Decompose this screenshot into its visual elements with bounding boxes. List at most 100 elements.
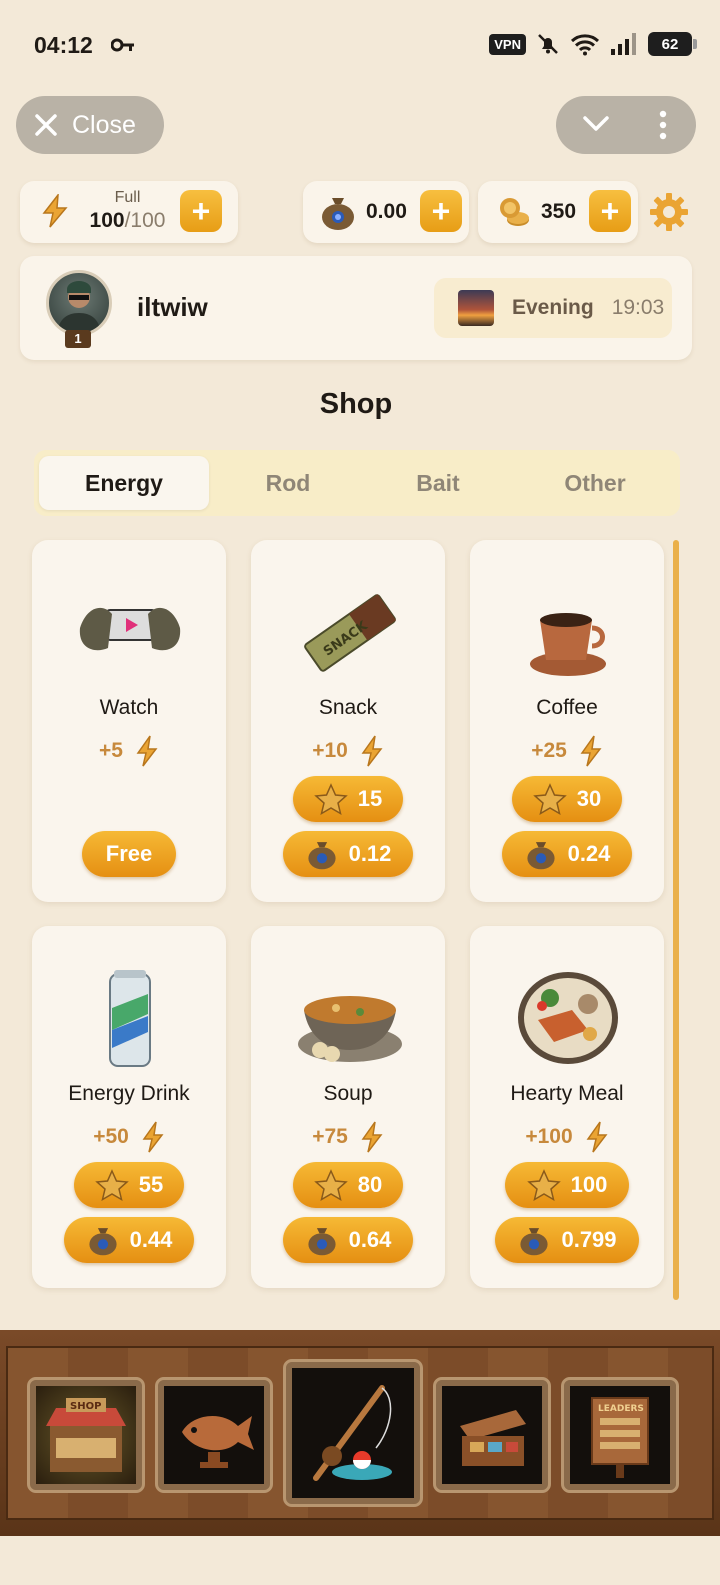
add-ton-button[interactable]: +	[420, 190, 462, 232]
stars-price: 80	[357, 1172, 383, 1197]
lightning-icon	[142, 1121, 164, 1153]
energy-drink-stars-button[interactable]: 55	[74, 1162, 184, 1208]
item-gain-watch: +5	[32, 735, 226, 767]
ton-price: 0.64	[348, 1227, 392, 1252]
page-title: Shop	[319, 388, 393, 420]
close-button[interactable]: Close	[16, 96, 164, 154]
item-name-coffee: Coffee	[536, 696, 598, 719]
item-name-energy-drink: Energy Drink	[68, 1082, 190, 1105]
gesture-area	[0, 1536, 720, 1585]
money-bag-icon	[322, 198, 354, 230]
fishing-rod-icon	[313, 1385, 392, 1481]
hearty-meal-stars-button[interactable]: 100	[505, 1162, 629, 1208]
ton-balance: 0.00	[366, 200, 407, 223]
time-of-day-panel: Evening 19:03	[434, 278, 672, 338]
item-gain-hearty-meal: +100	[470, 1121, 664, 1153]
energy-drink-ton-button[interactable]: 0.44	[64, 1217, 194, 1263]
item-name-snack: Snack	[318, 696, 378, 719]
shop-sign: SHOP	[70, 1401, 101, 1412]
ton-price: 0.44	[129, 1227, 173, 1252]
nav-aquarium[interactable]	[155, 1377, 273, 1493]
nav-fishing[interactable]	[283, 1359, 423, 1507]
phone-hands-icon	[79, 607, 181, 651]
lightning-icon	[361, 735, 383, 767]
close-label: Close	[72, 110, 136, 139]
scrollbar[interactable]	[673, 540, 679, 1300]
star-icon	[526, 1169, 561, 1201]
nav-inventory[interactable]	[433, 1377, 551, 1493]
coffee-ton-button[interactable]: 0.24	[502, 831, 632, 877]
hearty-meal-ton-button[interactable]: 0.799	[495, 1217, 639, 1263]
vpn-badge: VPN	[489, 33, 526, 55]
item-name-hearty-meal: Hearty Meal	[510, 1082, 624, 1105]
energy-current: 100	[89, 209, 125, 232]
watch-free-button[interactable]: Free	[82, 831, 176, 877]
chevron-down-icon[interactable]	[582, 112, 610, 136]
star-icon	[94, 1169, 129, 1201]
gain-value: +10	[312, 739, 348, 762]
soup-stars-button[interactable]: 80	[293, 1162, 403, 1208]
leaderboard-icon: LEADERS	[591, 1397, 649, 1478]
stars-price: 55	[138, 1172, 164, 1197]
tackle-box-icon	[460, 1410, 526, 1466]
avatar[interactable]	[46, 270, 112, 336]
more-icon[interactable]	[656, 110, 670, 140]
coffee-stars-button[interactable]: 30	[512, 776, 622, 822]
nav-leaders[interactable]: LEADERS	[561, 1377, 679, 1493]
tab-rod[interactable]: Rod	[212, 456, 364, 510]
settings-gear-icon[interactable]	[648, 191, 690, 233]
free-label: Free	[105, 841, 153, 866]
add-coins-button[interactable]: +	[589, 190, 631, 232]
energy-drink-can-icon	[109, 970, 151, 1067]
status-icons: VPN 62	[489, 32, 697, 56]
money-bag-icon	[307, 1228, 336, 1256]
ton-price: 0.799	[561, 1227, 617, 1252]
gain-value: +75	[312, 1125, 348, 1148]
tab-bait[interactable]: Bait	[364, 456, 512, 510]
ton-price: 0.12	[348, 841, 392, 866]
level-badge: 1	[65, 330, 91, 348]
meal-plate-icon	[518, 972, 618, 1064]
lightning-icon	[361, 1121, 383, 1153]
add-energy-button[interactable]: +	[180, 190, 222, 232]
lightning-icon	[586, 1121, 608, 1153]
item-name-soup: Soup	[323, 1082, 373, 1105]
nav-shop[interactable]: SHOP	[27, 1377, 145, 1493]
coins-icon	[500, 198, 529, 226]
snack-ton-button[interactable]: 0.12	[283, 831, 413, 877]
snack-stars-button[interactable]: 15	[293, 776, 403, 822]
avatar-image	[57, 281, 101, 333]
item-name-watch: Watch	[99, 696, 159, 719]
sunset-icon	[458, 290, 494, 326]
money-bag-icon	[520, 1228, 549, 1256]
key-icon	[111, 38, 134, 52]
gain-value: +5	[99, 739, 123, 762]
time-of-day: Evening	[512, 296, 594, 319]
soup-bowl-icon	[298, 996, 402, 1062]
lightning-icon	[42, 194, 68, 228]
money-bag-icon	[526, 842, 555, 870]
stars-price: 30	[576, 786, 602, 811]
shop-stall-icon: SHOP	[46, 1398, 126, 1472]
item-gain-coffee: +25	[470, 735, 664, 767]
coins-balance: 350	[541, 200, 577, 223]
wifi-icon	[570, 34, 600, 56]
fish-trophy-icon	[182, 1415, 254, 1468]
username: iltwiw	[137, 292, 208, 322]
item-gain-snack: +10	[251, 735, 445, 767]
energy-caption: Full	[114, 189, 141, 206]
star-icon	[532, 783, 567, 815]
close-icon	[35, 114, 57, 136]
star-icon	[313, 1169, 348, 1201]
money-bag-icon	[88, 1228, 117, 1256]
coffee-cup-icon	[530, 613, 606, 676]
lightning-icon	[136, 735, 158, 767]
gain-value: +100	[525, 1125, 573, 1148]
money-bag-icon	[307, 842, 336, 870]
battery-icon: 62	[648, 32, 697, 56]
tab-energy[interactable]: Energy	[39, 456, 209, 510]
star-icon	[313, 783, 348, 815]
tab-other[interactable]: Other	[514, 456, 676, 510]
gain-value: +50	[93, 1125, 129, 1148]
soup-ton-button[interactable]: 0.64	[283, 1217, 413, 1263]
